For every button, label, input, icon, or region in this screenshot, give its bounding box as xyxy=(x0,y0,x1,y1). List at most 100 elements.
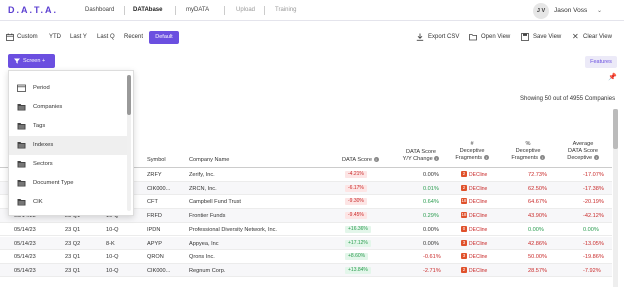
dropdown-item-period[interactable]: Period xyxy=(9,79,127,98)
cell-date: 05/14/23 xyxy=(14,254,36,261)
header-frag-line3: Fragments xyxy=(455,155,483,161)
screen-dropdown-menu: Period Companies Tags Indexes Sectors Documen… xyxy=(8,70,134,216)
filter-last-y[interactable]: Last Y xyxy=(70,34,87,40)
cell-pct-deceptive: 64.67% xyxy=(528,199,547,206)
cell-deceptive-count: 2 xyxy=(461,266,467,273)
header-avg-line2: DATA Score xyxy=(568,148,598,154)
column-header-company[interactable]: Company Name xyxy=(189,157,229,164)
cell-symbol: APYP xyxy=(147,240,162,247)
user-name[interactable]: Jason Voss xyxy=(554,7,587,14)
cell-date: 05/14/23 xyxy=(14,267,36,274)
table-row[interactable]: 05/14/23 23 Q1 10-Q QRON Qrons Inc. +8.60% -0.… xyxy=(0,250,612,264)
decline-badge: DECline xyxy=(469,240,488,247)
download-icon[interactable] xyxy=(416,33,424,41)
cell-symbol: ZRFY xyxy=(147,172,162,178)
avatar[interactable]: J V xyxy=(533,3,549,19)
folder-icon xyxy=(17,161,26,168)
nav-mydata[interactable]: myDATA xyxy=(186,7,209,13)
nav-training[interactable]: Training xyxy=(275,7,296,13)
decline-badge: DECline xyxy=(469,172,488,178)
cell-data-score: -6.17% xyxy=(345,184,367,192)
decline-badge: DECline xyxy=(469,185,488,192)
nav-upload[interactable]: Upload xyxy=(236,7,255,13)
dropdown-item-tags[interactable]: Tags xyxy=(9,117,127,136)
info-icon[interactable]: i xyxy=(539,155,545,161)
cell-avg-score: -17.07% xyxy=(583,172,604,178)
cell-deceptive-count: 18 xyxy=(461,212,467,219)
column-header-pct-deceptive[interactable]: % Deceptive Fragments i xyxy=(509,141,547,162)
column-header-deceptive-fragments[interactable]: # Deceptive Fragments i xyxy=(455,141,489,162)
cell-form-type: 10-Q xyxy=(106,267,119,274)
header-pct-line3: Fragments xyxy=(511,155,539,161)
decline-badge: DECline xyxy=(469,254,488,261)
dropdown-item-indexes[interactable]: Indexes xyxy=(9,136,127,155)
info-icon[interactable]: i xyxy=(434,156,440,162)
cell-avg-score: -7.92% xyxy=(583,267,601,274)
cell-avg-score: -17.38% xyxy=(583,185,604,192)
dropdown-item-companies[interactable]: Companies xyxy=(9,98,127,117)
cell-quarter: 23 Q1 xyxy=(65,226,81,233)
table-scrollbar-thumb[interactable] xyxy=(613,109,618,149)
filter-recent[interactable]: Recent xyxy=(124,34,143,40)
folder-open-icon[interactable] xyxy=(469,33,477,41)
table-row[interactable]: 05/14/23 23 Q2 8-K APYP Appyea, Inc +17.12% 0.… xyxy=(0,236,612,251)
cell-symbol: CIK000... xyxy=(147,267,171,274)
cell-yy-change: -2.71% xyxy=(423,267,441,274)
nav-dashboard[interactable]: Dashboard xyxy=(85,7,114,13)
cell-pct-deceptive: 62.50% xyxy=(528,185,547,192)
cell-form-type: 10-Q xyxy=(106,254,119,261)
header-frag-line1: # xyxy=(470,141,474,147)
dropdown-item-label: CIK xyxy=(33,199,43,205)
cell-yy-change: 0.29% xyxy=(423,213,439,220)
chevron-down-icon[interactable]: ⌄ xyxy=(597,7,602,14)
filter-default-button[interactable]: Default xyxy=(149,31,179,44)
close-icon[interactable]: ✕ xyxy=(572,32,579,41)
info-icon[interactable]: i xyxy=(593,155,599,161)
decline-badge: DECline xyxy=(469,213,488,220)
export-csv-button[interactable]: Export CSV xyxy=(428,34,459,40)
filter-ytd[interactable]: YTD xyxy=(49,34,61,40)
app-logo[interactable]: D.A.T.A. xyxy=(8,5,58,15)
pin-icon[interactable]: 📌 xyxy=(608,73,617,81)
cell-data-score: +13.84% xyxy=(345,266,371,274)
features-button[interactable]: Features xyxy=(585,56,617,68)
screen-add-button[interactable]: Screen + xyxy=(8,54,55,68)
column-header-yy-change[interactable]: DATA Score Y/Y Change i xyxy=(401,149,441,163)
filter-custom[interactable]: Custom xyxy=(17,34,38,40)
open-view-button[interactable]: Open View xyxy=(481,34,510,40)
dropdown-item-sectors[interactable]: Sectors xyxy=(9,155,127,174)
header-data-score-label: DATA Score xyxy=(342,157,372,163)
column-header-symbol[interactable]: Symbol xyxy=(147,157,166,164)
cell-data-score: +17.12% xyxy=(345,239,371,247)
cell-symbol: FRFD xyxy=(147,213,162,220)
table-row[interactable]: 05/14/23 23 Q1 10-Q IPDN Professional Divers… xyxy=(0,223,612,237)
cell-symbol: CFT xyxy=(147,199,158,206)
cell-deceptive-count: 18 xyxy=(461,198,467,205)
calendar-icon xyxy=(17,84,26,92)
cell-avg-score: -13.05% xyxy=(583,240,604,247)
info-icon[interactable]: i xyxy=(373,157,379,163)
info-icon[interactable]: i xyxy=(483,155,489,161)
header-avg-line3: Deceptive xyxy=(567,155,593,161)
cell-yy-change: -0.61% xyxy=(423,254,441,261)
column-header-data-score[interactable]: DATA Score i xyxy=(342,157,379,164)
dropdown-item-cik[interactable]: CIK xyxy=(9,193,127,212)
header-pct-line2: Deceptive xyxy=(515,148,541,154)
clear-view-button[interactable]: Clear View xyxy=(583,34,612,40)
filter-last-q[interactable]: Last Q xyxy=(97,34,115,40)
dropdown-scrollbar-thumb[interactable] xyxy=(127,75,131,115)
folder-icon xyxy=(17,199,26,206)
cell-company-name: Zerify, Inc. xyxy=(189,172,215,178)
cell-yy-change: 0.01% xyxy=(423,185,439,192)
nav-database[interactable]: DATAbase xyxy=(133,7,162,13)
dropdown-item-label: Companies xyxy=(33,104,63,110)
calendar-icon[interactable] xyxy=(6,33,14,41)
save-icon[interactable] xyxy=(521,33,529,41)
dropdown-item-document-type[interactable]: Document Type xyxy=(9,174,127,193)
table-row[interactable]: 05/14/23 23 Q1 10-Q CIK000... Regnum Corp. +1… xyxy=(0,263,612,278)
column-header-avg-score[interactable]: Average DATA Score Deceptive i xyxy=(563,141,603,162)
nav-separator xyxy=(264,6,265,15)
save-view-button[interactable]: Save View xyxy=(533,34,561,40)
cell-date: 05/14/23 xyxy=(14,226,36,233)
cell-data-score: -4.21% xyxy=(345,171,367,178)
